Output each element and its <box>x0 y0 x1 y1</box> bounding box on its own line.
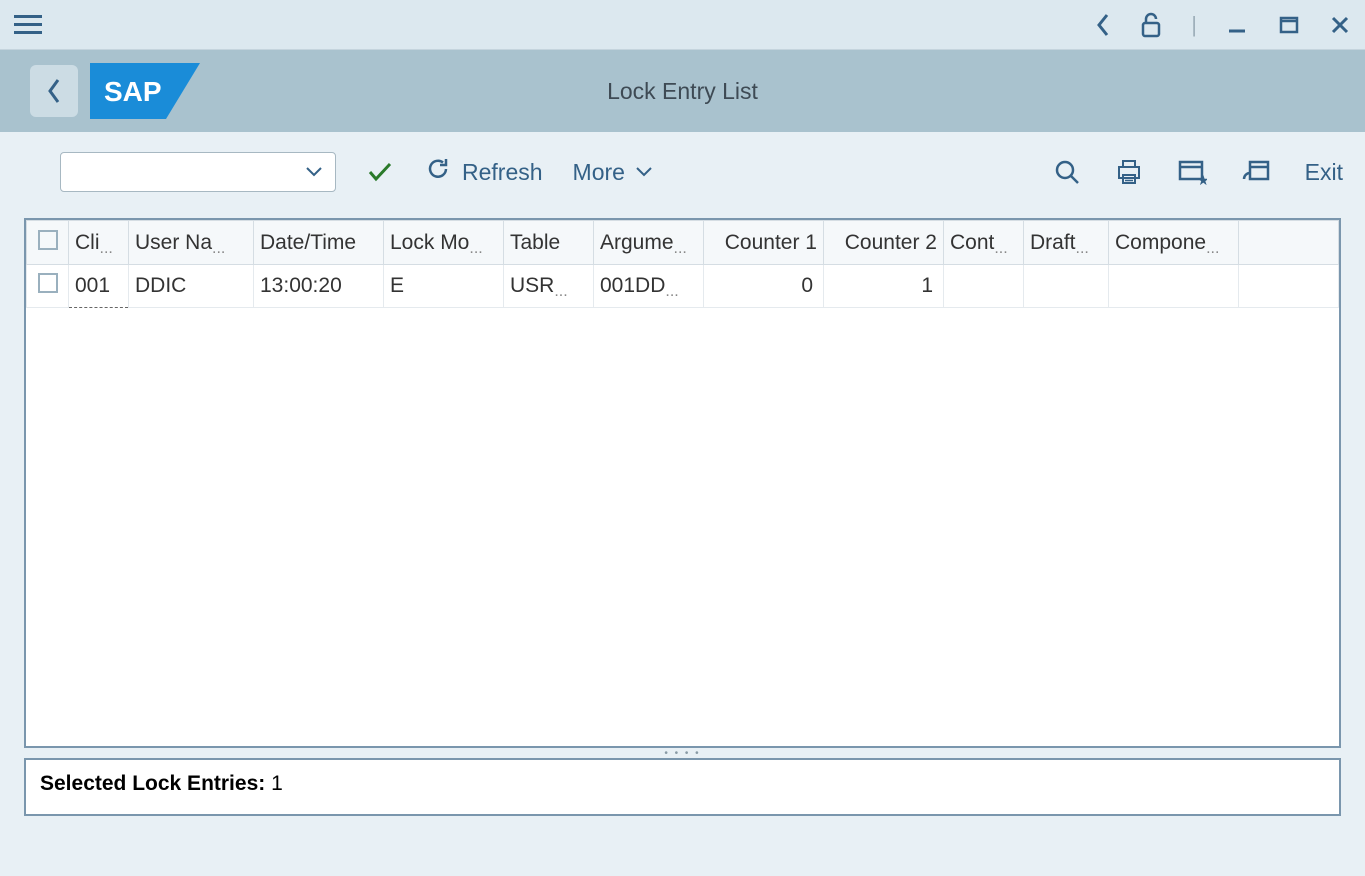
cell-lock-mode[interactable]: E <box>384 265 504 308</box>
lock-entry-table: Cli User Na Date/Time Lock Mo Table Argu… <box>26 220 1339 308</box>
previous-icon[interactable] <box>1095 12 1111 38</box>
minimize-icon[interactable] <box>1225 13 1249 37</box>
column-counter-2[interactable]: Counter 2 <box>824 221 944 265</box>
cell-draft[interactable] <box>1024 265 1109 308</box>
separator: | <box>1191 12 1197 38</box>
refresh-label: Refresh <box>462 159 543 186</box>
cell-counter-1[interactable]: 0 <box>704 265 824 308</box>
column-lock-mode[interactable]: Lock Mo <box>384 221 504 265</box>
new-window-button[interactable]: ★ <box>1177 159 1207 185</box>
system-bar-actions: | <box>1095 11 1351 39</box>
page-title: Lock Entry List <box>607 78 758 105</box>
print-button[interactable] <box>1115 158 1143 186</box>
accept-button[interactable] <box>366 160 394 184</box>
cell-user-name[interactable]: DDIC <box>129 265 254 308</box>
column-date-time[interactable]: Date/Time <box>254 221 384 265</box>
header-bar: SAP Lock Entry List <box>0 50 1365 132</box>
toolbar-right: ★ Exit <box>1053 158 1343 186</box>
cell-date-time[interactable]: 13:00:20 <box>254 265 384 308</box>
exit-session-button[interactable] <box>1241 159 1271 185</box>
splitter-handle-icon: • • • • <box>664 748 700 759</box>
cell-client[interactable]: 001 <box>69 265 129 308</box>
refresh-icon <box>424 155 452 189</box>
content-area: Cli User Na Date/Time Lock Mo Table Argu… <box>0 212 1365 826</box>
splitter[interactable]: • • • • <box>24 748 1341 758</box>
cell-spacer <box>1239 265 1339 308</box>
column-context[interactable]: Cont <box>944 221 1024 265</box>
exit-button[interactable]: Exit <box>1305 159 1343 186</box>
back-button[interactable] <box>30 65 78 117</box>
status-count: 1 <box>271 772 283 795</box>
column-spacer <box>1239 221 1339 265</box>
more-label: More <box>573 159 625 186</box>
sap-logo: SAP <box>90 63 200 119</box>
column-draft[interactable]: Draft <box>1024 221 1109 265</box>
column-table[interactable]: Table <box>504 221 594 265</box>
status-panel: Selected Lock Entries: 1 <box>24 758 1341 816</box>
table-header-row: Cli User Na Date/Time Lock Mo Table Argu… <box>27 221 1339 265</box>
command-field[interactable] <box>60 152 336 192</box>
chevron-down-icon <box>305 166 323 178</box>
unlock-icon[interactable] <box>1139 11 1163 39</box>
chevron-down-icon <box>635 166 653 178</box>
status-label: Selected Lock Entries: <box>40 772 265 795</box>
select-all-header[interactable] <box>27 221 69 265</box>
svg-text:★: ★ <box>1197 172 1207 185</box>
cell-component[interactable] <box>1109 265 1239 308</box>
row-checkbox[interactable] <box>27 265 69 308</box>
column-component[interactable]: Compone <box>1109 221 1239 265</box>
column-argument[interactable]: Argume <box>594 221 704 265</box>
table-row[interactable]: 001 DDIC 13:00:20 E USR 001DD 0 1 <box>27 265 1339 308</box>
cell-context[interactable] <box>944 265 1024 308</box>
menu-icon[interactable] <box>14 11 42 39</box>
search-button[interactable] <box>1053 158 1081 186</box>
cell-argument[interactable]: 001DD <box>594 265 704 308</box>
maximize-icon[interactable] <box>1277 13 1301 37</box>
toolbar-left: Refresh More <box>60 152 653 192</box>
table-container: Cli User Na Date/Time Lock Mo Table Argu… <box>24 218 1341 748</box>
column-counter-1[interactable]: Counter 1 <box>704 221 824 265</box>
refresh-button[interactable]: Refresh <box>424 155 543 189</box>
cell-table[interactable]: USR <box>504 265 594 308</box>
more-button[interactable]: More <box>573 159 653 186</box>
close-icon[interactable] <box>1329 14 1351 36</box>
svg-text:SAP: SAP <box>104 76 162 107</box>
toolbar: Refresh More ★ Exit <box>0 132 1365 212</box>
column-user-name[interactable]: User Na <box>129 221 254 265</box>
cell-counter-2[interactable]: 1 <box>824 265 944 308</box>
column-client[interactable]: Cli <box>69 221 129 265</box>
system-bar: | <box>0 0 1365 50</box>
